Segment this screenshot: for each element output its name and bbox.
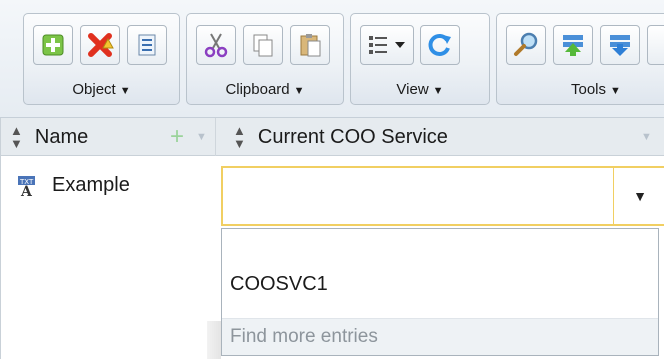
cut-button[interactable] [196,25,236,65]
row-name-text: Example [52,174,130,196]
copy-button[interactable] [243,25,283,65]
delete-object-button[interactable] [80,25,120,65]
view-label-text: View [396,81,429,98]
clipboard-menu-label[interactable]: Clipboard ▼ [187,81,343,98]
object-group: Object ▼ [23,13,180,105]
chevron-down-icon: ▼ [610,85,621,97]
move-up-button[interactable] [553,25,593,65]
grid-header: ▲ ▼ Name + ▼ ▲ ▼ Current COO Service ▼ [0,118,664,156]
chevron-down-icon: ▼ [432,85,444,97]
sort-icon[interactable]: ▲ ▼ [10,124,23,150]
column-name-label: Name [34,125,89,148]
move-down-icon [610,35,630,56]
text-file-icon: TXT A [16,175,38,200]
dropdown-toggle-button[interactable]: ▼ [613,168,664,224]
toolbar: Object ▼ Clipboard ▼ View ▼ Tools ▼ [0,0,664,118]
tools-more-button[interactable] [647,25,664,65]
option-empty[interactable] [230,231,650,265]
sort-icon[interactable]: ▲ ▼ [233,124,246,150]
cut-icon [204,33,228,58]
refresh-icon [428,34,451,56]
table-row-name[interactable]: TXT A Example [16,174,130,200]
copy-icon [253,34,273,57]
list-view-icon [369,36,405,54]
move-down-button[interactable] [600,25,640,65]
column-header-name[interactable]: ▲ ▼ Name + ▼ [0,118,216,156]
column-header-coo-service[interactable]: ▲ ▼ Current COO Service ▼ [217,118,664,156]
add-object-icon [42,34,64,56]
clipboard-group: Clipboard ▼ [186,13,344,105]
tools-menu-label[interactable]: Tools ▼ [497,81,664,98]
add-column-icon[interactable]: + [170,123,184,151]
object-menu-label[interactable]: Object ▼ [24,81,179,98]
chevron-down-icon[interactable]: ▼ [641,131,652,143]
chevron-down-icon[interactable]: ▼ [196,131,207,143]
tools-label-text: Tools [571,81,607,98]
view-group: View ▼ [350,13,490,105]
grid-left-border [0,118,1,359]
option-coosvc1[interactable]: COOSVC1 [230,273,328,296]
svg-text:A: A [20,184,33,197]
find-more-entries-link[interactable]: Find more entries [222,318,658,355]
dropdown-options-list: COOSVC1 Find more entries [221,228,659,356]
column-coo-label: Current COO Service [257,125,448,148]
list-view-button[interactable] [360,25,414,65]
refresh-button[interactable] [420,25,460,65]
paste-button[interactable] [290,25,330,65]
chevron-down-icon: ▼ [119,85,131,97]
add-object-button[interactable] [33,25,73,65]
chevron-down-icon: ▼ [633,188,647,204]
properties-icon [138,34,156,56]
chevron-down-icon: ▼ [293,85,305,97]
dropdown-value-field[interactable] [223,168,613,224]
delete-object-icon [88,33,114,57]
paste-icon [300,34,321,57]
properties-button[interactable] [127,25,167,65]
view-menu-label[interactable]: View ▼ [351,81,489,98]
popup-shadow [207,321,221,359]
tools-group: Tools ▼ [496,13,664,105]
object-label-text: Object [72,81,116,98]
coo-service-dropdown[interactable]: ▼ [221,166,664,226]
search-button[interactable] [506,25,546,65]
clipboard-label-text: Clipboard [225,81,290,98]
move-up-icon [563,35,583,56]
search-icon [514,32,538,56]
